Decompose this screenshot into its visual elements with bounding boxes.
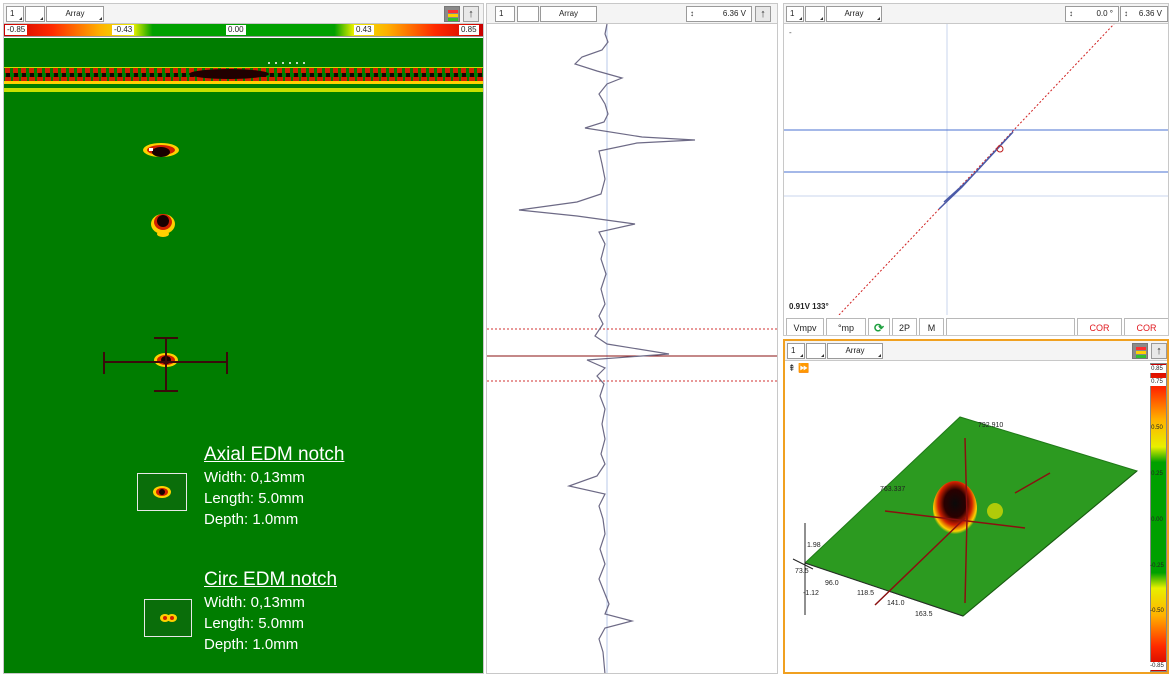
strip-chart-plot[interactable] — [487, 24, 778, 674]
vbar-label-6: -0.50 — [1150, 608, 1164, 614]
secondary-peak — [987, 503, 1003, 519]
circ-notch-width: Width: 0,13mm — [204, 594, 305, 611]
colorbar-label-pos: 0.43 — [354, 25, 374, 35]
vbar-label-3: 0.25 — [1151, 471, 1163, 477]
y-axis-start-label: 73.5 — [795, 568, 809, 575]
circ-notch-thumbnail — [144, 599, 192, 637]
z-axis-max-label: 1.98 — [807, 542, 821, 549]
colorbar-label-max: 0.85 — [459, 25, 479, 35]
axial-notch-width: Width: 0,13mm — [204, 469, 305, 486]
arrow-up-icon[interactable]: ↑ — [755, 6, 771, 22]
indication-1[interactable] — [143, 143, 179, 157]
axis-label-mid: 763.337 — [880, 486, 905, 493]
lissajous-readout: 0.91V 133° — [789, 302, 829, 311]
colorbar-label-min: -0.85 — [5, 25, 28, 35]
span-readout[interactable]: ↕ 6.36 V — [1120, 6, 1168, 22]
channel-select[interactable]: 1 — [786, 6, 804, 22]
top-marker-dots — [268, 62, 305, 64]
phase-reference-line — [838, 24, 1115, 315]
strip-chart-panel: 1 Array ↕ 6.36 V ↑ — [486, 3, 778, 674]
lissajous-plot[interactable]: - — [784, 24, 1169, 315]
amplitude-colorbar: -0.85 -0.43 0.00 0.43 0.85 — [4, 24, 483, 37]
lissajous-corner-mark: - — [789, 28, 792, 37]
lissajous-toolbar: 1 Array ↕ 0.0 ° ↕ 6.36 V — [784, 4, 1168, 24]
cor-button-2[interactable]: COR — [1124, 318, 1168, 335]
arrow-up-icon[interactable]: ↑ — [1151, 343, 1167, 359]
x-axis-label-1: 96.0 — [825, 580, 839, 587]
m-button[interactable]: M — [919, 318, 944, 335]
surface-3d-plot[interactable]: 792.910 763.337 1.98 73.5 -1.12 96.0 118… — [785, 363, 1147, 668]
crosshair-cursor[interactable] — [103, 337, 228, 392]
vertical-colorbar: 0.85 0.75 0.50 0.25 0.00 -0.25 -0.50 -0.… — [1148, 363, 1167, 672]
x-axis-label-4: 163.5 — [915, 611, 933, 618]
axial-notch-thumbnail — [137, 473, 187, 511]
colorbar-label-zero: 0.00 — [226, 25, 246, 35]
arrow-up-icon[interactable]: ↑ — [463, 6, 479, 22]
vmpv-button[interactable]: Vmpv — [786, 318, 824, 335]
strip-toolbar: 1 Array ↕ 6.36 V ↑ — [487, 4, 777, 24]
axial-notch-length: Length: 5.0mm — [204, 490, 305, 507]
vbar-label-7: -0.85 — [1148, 662, 1166, 670]
rotation-readout[interactable]: ↕ 0.0 ° — [1065, 6, 1119, 22]
cscan-toolbar: 1 Array ↑ — [4, 4, 483, 24]
vbar-label-2: 0.50 — [1151, 425, 1163, 431]
cor-button-1[interactable]: COR — [1077, 318, 1122, 335]
array-select[interactable]: Array — [826, 6, 882, 22]
blank-button[interactable] — [946, 318, 1075, 335]
axial-notch-depth: Depth: 1.0mm — [204, 511, 299, 528]
palette-icon[interactable] — [444, 6, 460, 22]
lissajous-trace — [938, 131, 1014, 210]
view3d-toolbar: 1 Array ↑ — [785, 341, 1167, 361]
channel-subselect[interactable] — [806, 343, 826, 359]
cscan-panel: 1 Array ↑ -0.85 -0.43 0.00 0.43 0.85 Axi… — [3, 3, 484, 674]
palette-icon[interactable] — [1132, 343, 1148, 359]
x-axis-label-2: 118.5 — [857, 590, 874, 597]
circ-notch-depth: Depth: 1.0mm — [204, 636, 299, 653]
array-select[interactable]: Array — [46, 6, 104, 22]
channel-select[interactable]: 1 — [495, 6, 515, 22]
array-select[interactable]: Array — [540, 6, 597, 22]
channel-select[interactable]: 1 — [787, 343, 805, 359]
lissajous-panel: 1 Array ↕ 0.0 ° ↕ 6.36 V - 0.91V 133° Vmpv… — [783, 3, 1169, 336]
axis-label-top: 792.910 — [978, 422, 1003, 429]
vbar-label-1: 0.75 — [1148, 378, 1166, 386]
vbar-label-0: 0.85 — [1148, 365, 1166, 373]
amp-button[interactable]: °mp — [826, 318, 866, 335]
colorbar-label-neg: -0.43 — [112, 25, 135, 35]
refresh-icon[interactable]: ⟳ — [868, 318, 890, 335]
x-axis-label-3: 141.0 — [887, 600, 905, 607]
array-select[interactable]: Array — [827, 343, 883, 359]
circ-notch-length: Length: 5.0mm — [204, 615, 305, 632]
span-readout[interactable]: ↕ 6.36 V — [686, 6, 752, 22]
weld-dark-zone — [189, 69, 269, 79]
cscan-image[interactable]: Axial EDM notch Width: 0,13mm Length: 5.… — [4, 38, 483, 673]
circ-notch-info: Circ EDM notch Width: 0,13mm Length: 5.0… — [204, 568, 337, 655]
vbar-label-5: -0.25 — [1150, 563, 1164, 569]
channel-subselect[interactable] — [805, 6, 825, 22]
two-point-button[interactable]: 2P — [892, 318, 917, 335]
axial-notch-title: Axial EDM notch — [204, 444, 345, 465]
axial-notch-info: Axial EDM notch Width: 0,13mm Length: 5.… — [204, 443, 344, 530]
view3d-panel: 1 Array ↑ ⇞ ⏩ 792.910 763.337 1.98 73.5 … — [783, 339, 1169, 674]
channel-subselect[interactable] — [517, 6, 539, 22]
z-axis-min-label: -1.12 — [803, 590, 819, 597]
indication-2[interactable] — [151, 214, 175, 237]
channel-select[interactable]: 1 — [6, 6, 24, 22]
channel-subselect[interactable] — [25, 6, 45, 22]
vbar-label-4: 0.00 — [1151, 517, 1163, 523]
circ-notch-title: Circ EDM notch — [204, 569, 338, 590]
